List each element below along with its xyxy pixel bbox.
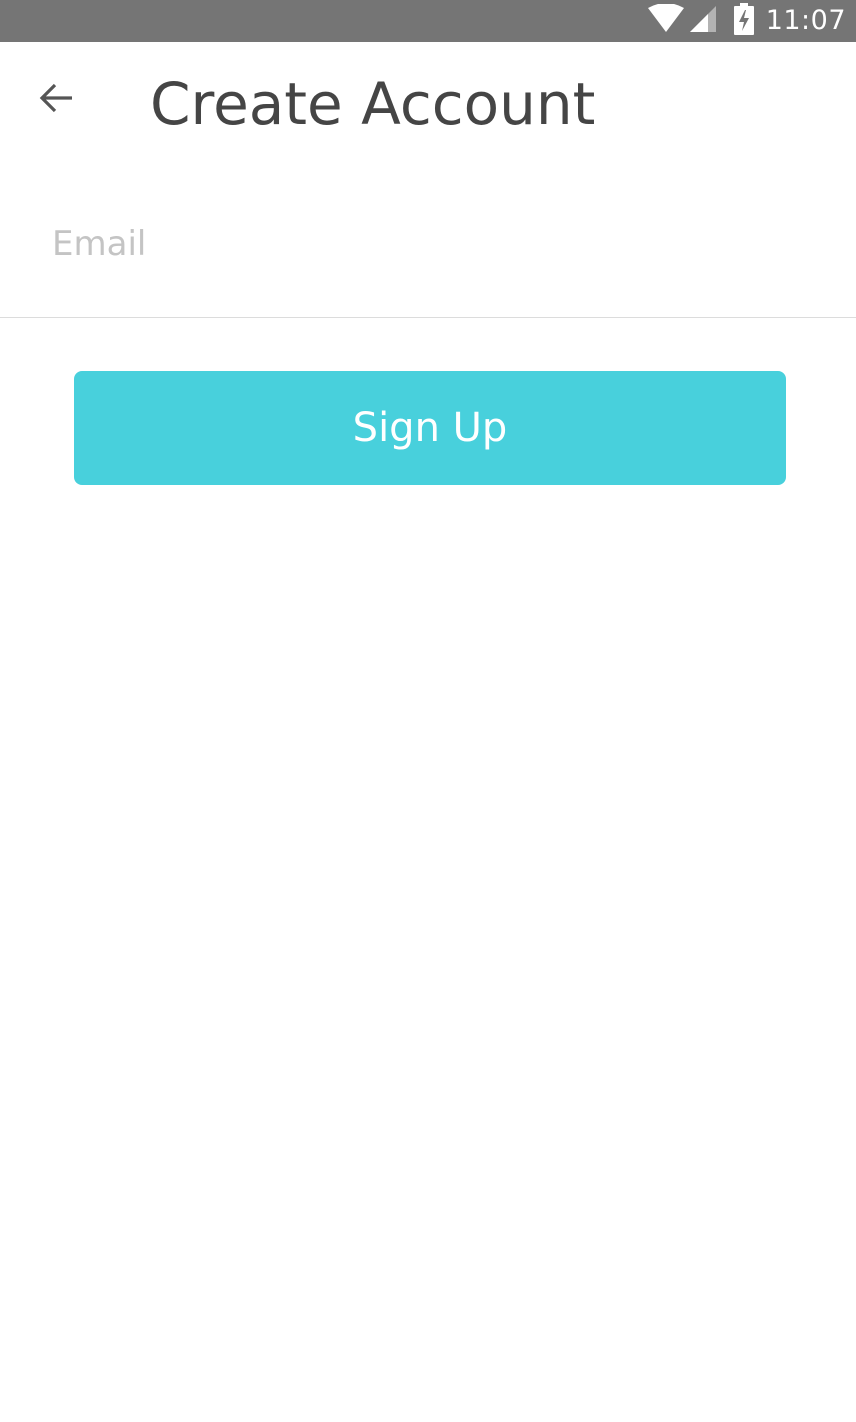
status-icons: 11:07 [646, 0, 846, 42]
back-button[interactable] [20, 64, 92, 136]
status-time: 11:07 [765, 5, 846, 36]
wifi-icon [646, 3, 686, 38]
cell-signal-icon [688, 4, 718, 38]
email-field [0, 200, 856, 318]
toolbar: Create Account [0, 42, 856, 162]
sign-up-button[interactable]: Sign Up [74, 371, 786, 485]
battery-charging-icon [733, 3, 754, 39]
arrow-left-icon [38, 82, 74, 118]
status-bar: 11:07 [0, 0, 856, 42]
page-title: Create Account [150, 70, 596, 138]
email-input[interactable] [52, 216, 812, 272]
